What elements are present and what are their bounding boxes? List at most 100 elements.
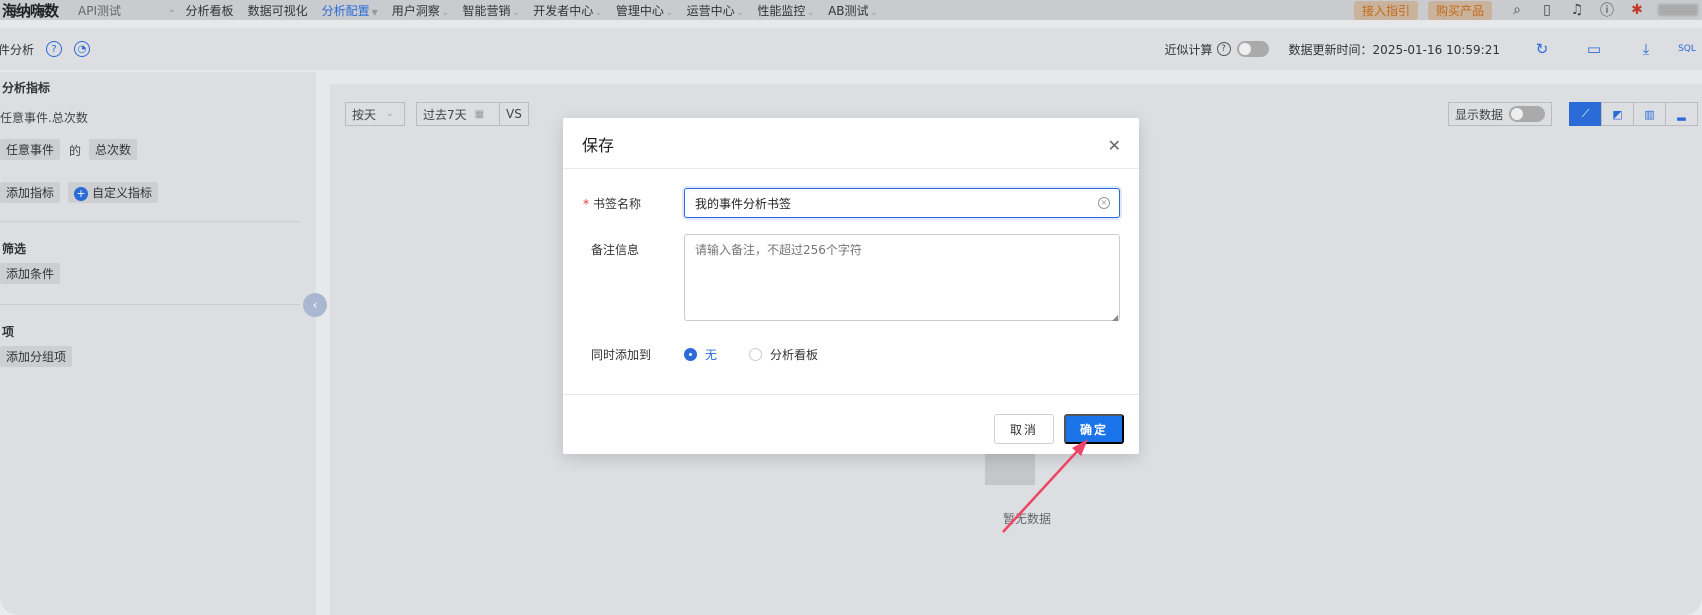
nav-menu: 分析看板 数据可视化 分析配置 ▼ 用户洞察 ⌄ 智能营销 ⌄ 开发者中心 ⌄ 管理中心 ⌄ 运营中心 ⌄… <box>186 2 892 19</box>
chevron-down-icon: ⌄ <box>870 7 878 17</box>
nav-right-tools: 接入指引 购买产品 ⌕ ▯ ♫ ⓘ ✱ <box>1353 0 1702 20</box>
nav-item[interactable]: 管理中心 ⌄ <box>616 2 673 19</box>
nav-item-label: 运营中心 <box>686 3 735 18</box>
nav-item[interactable]: 运营中心 ⌄ <box>687 2 744 19</box>
required-mark: * <box>583 197 589 211</box>
search-icon[interactable]: ⌕ <box>1502 2 1532 18</box>
note-label: 备注信息 <box>591 243 640 257</box>
nav-item-label: 管理中心 <box>615 3 664 18</box>
event-select[interactable]: 任意事件 <box>0 139 61 160</box>
access-guide-button[interactable]: 接入指引 <box>1353 0 1418 20</box>
divider <box>0 221 300 222</box>
nav-item[interactable]: AB测试 ⌄ <box>828 2 877 19</box>
show-data-switch[interactable] <box>1509 106 1545 122</box>
chevron-down-icon: ⌄ <box>595 7 602 17</box>
dialog-footer-divider <box>563 394 1139 395</box>
question-icon[interactable]: ? <box>1216 42 1231 56</box>
custom-metric-button[interactable]: + 自定义指标 <box>68 182 159 203</box>
group-title: 项 <box>2 325 15 339</box>
of-text: 的 <box>69 144 82 158</box>
chevron-down-icon: ▼ <box>371 7 378 17</box>
page-title: 件分析 <box>0 42 35 57</box>
resize-handle-icon[interactable]: ◢ <box>1112 313 1118 322</box>
filter-title: 筛选 <box>2 242 27 256</box>
toolbar-right: 近似计算 ? 数据更新时间：2025-01-16 10:59:21 ↻ ▭ ⤓ … <box>1165 28 1702 70</box>
project-selector[interactable]: API测试 <box>78 2 168 19</box>
add-group-button[interactable]: 添加分组项 <box>0 346 73 367</box>
calendar-icon: ▦ <box>474 108 485 120</box>
metric-summary: 任意事件.总次数 <box>0 111 88 125</box>
clear-input-icon[interactable]: × <box>1098 197 1110 209</box>
vs-compare-button[interactable]: VS <box>499 102 529 126</box>
help-icon[interactable]: ⓘ <box>1592 0 1622 20</box>
nav-item[interactable]: 分析配置 ▼ <box>322 2 378 19</box>
metrics-title: 分析指标 <box>2 81 51 95</box>
nav-item[interactable]: 数据可视化 <box>248 2 308 19</box>
date-range-picker[interactable]: 过去7天 ▦ <box>416 102 500 126</box>
refresh-icon[interactable]: ↻ <box>1516 40 1568 58</box>
chevron-down-icon: ⌄ <box>441 7 449 17</box>
radio-dashboard-label: 分析看板 <box>770 348 819 362</box>
collapse-panel-icon[interactable]: ‹ <box>303 293 327 317</box>
add-condition-button[interactable]: 添加条件 <box>0 263 61 284</box>
buy-product-button[interactable]: 购买产品 <box>1427 0 1492 20</box>
show-data-label: 显示数据 <box>1454 107 1503 122</box>
save-icon[interactable]: ▭ <box>1568 40 1620 58</box>
dialog-title: 保存 <box>582 136 615 155</box>
note-textarea[interactable] <box>684 234 1120 321</box>
chevron-down-icon[interactable]: ⌄ <box>168 5 176 15</box>
tablet-icon[interactable]: ▯ <box>1532 2 1562 18</box>
confirm-button[interactable]: 确定 <box>1064 414 1124 444</box>
nav-item[interactable]: 分析看板 <box>186 2 234 19</box>
chevron-down-icon: ⌄ <box>807 7 815 17</box>
also-add-label: 同时添加到 <box>591 348 652 362</box>
bookmark-name-label: * 书签名称 <box>583 195 641 212</box>
add-metric-button[interactable]: 添加指标 <box>0 182 61 203</box>
chevron-down-icon: ⌄ <box>736 7 744 17</box>
plus-icon: + <box>74 187 88 201</box>
approx-calc-label: 近似计算 <box>1164 42 1213 57</box>
sql-icon[interactable]: SQL <box>1672 44 1702 54</box>
nav-item-label: 智能营销 <box>462 3 511 18</box>
update-time: 数据更新时间：2025-01-16 10:59:21 <box>1288 42 1500 57</box>
radio-unchecked-icon <box>749 348 762 361</box>
bookmark-name-text: 书签名称 <box>593 197 642 211</box>
empty-state-illustration <box>985 449 1035 485</box>
pie-chart-icon[interactable]: ◔ <box>74 41 91 57</box>
bar-chart-icon[interactable]: ▥ <box>1633 102 1666 126</box>
download-icon[interactable]: ⤓ <box>1620 40 1672 58</box>
cancel-button[interactable]: 取消 <box>994 414 1054 444</box>
divider <box>0 304 300 305</box>
approx-calc-toggle[interactable] <box>1236 41 1269 57</box>
nav-item[interactable]: 智能营销 ⌄ <box>462 2 519 19</box>
avatar[interactable] <box>1658 4 1698 16</box>
aggregation-select[interactable]: 总次数 <box>89 139 138 160</box>
chevron-down-icon: ⌄ <box>386 109 394 119</box>
help-icon[interactable]: ? <box>46 41 63 57</box>
close-icon[interactable]: ✕ <box>1108 136 1121 155</box>
nav-item-label: 用户洞察 <box>391 3 440 18</box>
granularity-select[interactable]: 按天 ⌄ <box>345 102 405 126</box>
save-bookmark-dialog: 保存 ✕ * 书签名称 × 备注信息 ◢ 同时添加到 无 分析看板 取消 确定 <box>563 118 1139 454</box>
nav-item-label: 数据可视化 <box>247 3 308 18</box>
chart-type-switcher: ⟋ ◩ ▥ ▂ <box>1569 102 1698 126</box>
nav-item-label: 分析配置 <box>321 3 370 18</box>
nav-item[interactable]: 用户洞察 ⌄ <box>392 2 449 19</box>
area-chart-icon[interactable]: ◩ <box>1601 102 1634 126</box>
bell-icon[interactable]: ♫ <box>1562 2 1592 18</box>
line-chart-icon[interactable]: ⟋ <box>1569 102 1602 126</box>
dialog-header-divider <box>563 168 1139 169</box>
custom-metric-label: 自定义指标 <box>92 186 153 200</box>
user-avatar-icon[interactable]: ✱ <box>1622 2 1652 18</box>
radio-dashboard[interactable]: 分析看板 <box>749 346 818 363</box>
nav-item[interactable]: 开发者中心 ⌄ <box>533 2 602 19</box>
bookmark-name-input[interactable] <box>684 188 1120 218</box>
nav-item-label: 开发者中心 <box>533 3 594 18</box>
nav-item[interactable]: 性能监控 ⌄ <box>757 2 814 19</box>
show-data-toggle[interactable]: 显示数据 <box>1447 102 1552 126</box>
nav-item-label: 分析看板 <box>185 3 234 18</box>
analysis-toolbar: 件分析 ? ◔ 近似计算 ? 数据更新时间：2025-01-16 10:59:2… <box>0 28 1702 70</box>
radio-none[interactable]: 无 <box>684 346 717 363</box>
column-chart-icon[interactable]: ▂ <box>1665 102 1698 126</box>
app-window: 海纳嗨数 API测试 ⌄ 分析看板 数据可视化 分析配置 ▼ 用户洞察 ⌄ 智能营销 ⌄ 开发者… <box>0 0 1702 615</box>
